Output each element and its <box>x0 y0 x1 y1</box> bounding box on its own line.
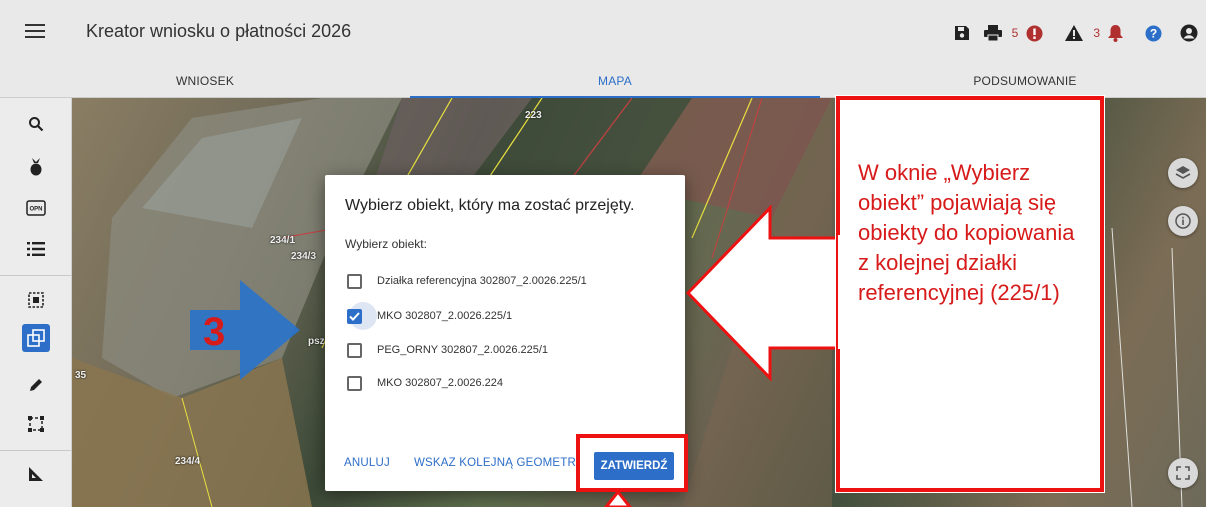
option-label: PEG_ORNY 302807_2.0026.225/1 <box>377 344 549 356</box>
svg-text:?: ? <box>1150 26 1157 40</box>
callout-text: W oknie „Wybierz obiekt” pojawiają się o… <box>858 160 1075 305</box>
info-icon[interactable] <box>1168 206 1198 236</box>
map-toolbar: OPN <box>0 98 72 507</box>
fullscreen-icon[interactable] <box>1168 458 1198 488</box>
errors-count: 5 <box>1011 26 1019 40</box>
draw-polygon-icon[interactable] <box>22 410 50 438</box>
warning-icon[interactable] <box>1065 21 1084 45</box>
hamburger-menu-icon[interactable] <box>22 20 48 44</box>
print-icon[interactable] <box>983 21 1002 45</box>
edit-pencil-icon[interactable] <box>22 371 50 399</box>
opn-layer-icon[interactable]: OPN <box>22 194 50 222</box>
checkbox[interactable] <box>347 342 362 358</box>
user-account-icon[interactable] <box>1180 21 1198 45</box>
map-label: 234/1 <box>270 235 296 246</box>
object-option[interactable]: Działka referencyjna 302807_2.0026.225/1 <box>347 269 587 293</box>
object-option[interactable]: PEG_ORNY 302807_2.0026.225/1 <box>347 338 548 362</box>
tab-podsumowanie[interactable]: PODSUMOWANIE <box>820 64 1206 98</box>
callout-joint <box>838 235 844 349</box>
tab-wniosek[interactable]: WNIOSEK <box>0 64 410 98</box>
callout-pointer-icon <box>685 204 840 382</box>
checkbox[interactable] <box>347 273 362 289</box>
app-title: Kreator wniosku o płatności 2026 <box>86 21 352 41</box>
map-label: 234/4 <box>175 456 201 467</box>
crop-plant-icon[interactable] <box>22 153 50 181</box>
select-area-icon[interactable] <box>22 286 50 314</box>
highlight-box <box>576 434 688 492</box>
checkbox-checked[interactable] <box>347 308 362 324</box>
checkbox[interactable] <box>347 375 362 391</box>
object-option[interactable]: MKO 302807_2.0026.225/1 <box>347 304 512 328</box>
save-icon[interactable] <box>954 21 970 45</box>
option-label: MKO 302807_2.0026.224 <box>377 377 503 389</box>
option-label: MKO 302807_2.0026.225/1 <box>377 310 513 322</box>
dialog-subtitle: Wybierz obiekt: <box>345 237 427 251</box>
up-arrow-icon <box>604 490 632 507</box>
layers-icon[interactable] <box>1168 158 1198 188</box>
next-geometry-button[interactable]: WSKAŻ KOLEJNĄ GEOMETRIĘ <box>414 457 580 469</box>
bell-icon[interactable] <box>1108 21 1123 45</box>
main-tabs: WNIOSEK MAPA PODSUMOWANIE <box>0 64 1206 98</box>
map-label: 234/3 <box>291 251 317 262</box>
list-icon[interactable] <box>22 235 50 263</box>
step-number: 3 <box>203 310 226 354</box>
map-label: 223 <box>525 110 542 121</box>
measure-icon[interactable] <box>22 460 50 488</box>
map-label: psz <box>308 336 325 347</box>
cancel-button[interactable]: ANULUJ <box>344 457 390 469</box>
header-actions: 5 3 ? <box>940 20 1198 46</box>
object-option[interactable]: MKO 302807_2.0026.224 <box>347 371 503 395</box>
dialog-title: Wybierz obiekt, który ma zostać przejęty… <box>345 197 635 214</box>
warnings-count: 3 <box>1093 26 1100 40</box>
tab-mapa[interactable]: MAPA <box>410 64 820 98</box>
copy-object-icon[interactable] <box>22 324 50 352</box>
help-icon[interactable]: ? <box>1145 21 1162 45</box>
annotation-callout: W oknie „Wybierz obiekt” pojawiają się o… <box>836 96 1104 492</box>
error-icon[interactable] <box>1026 21 1043 45</box>
search-icon[interactable] <box>22 110 50 138</box>
checkmark-icon <box>349 311 360 321</box>
svg-text:OPN: OPN <box>29 207 42 213</box>
app-header: Kreator wniosku o płatności 2026 5 3 ? <box>0 0 1206 64</box>
option-label: Działka referencyjna 302807_2.0026.225/1 <box>377 275 587 287</box>
map-label: 35 <box>75 370 87 381</box>
